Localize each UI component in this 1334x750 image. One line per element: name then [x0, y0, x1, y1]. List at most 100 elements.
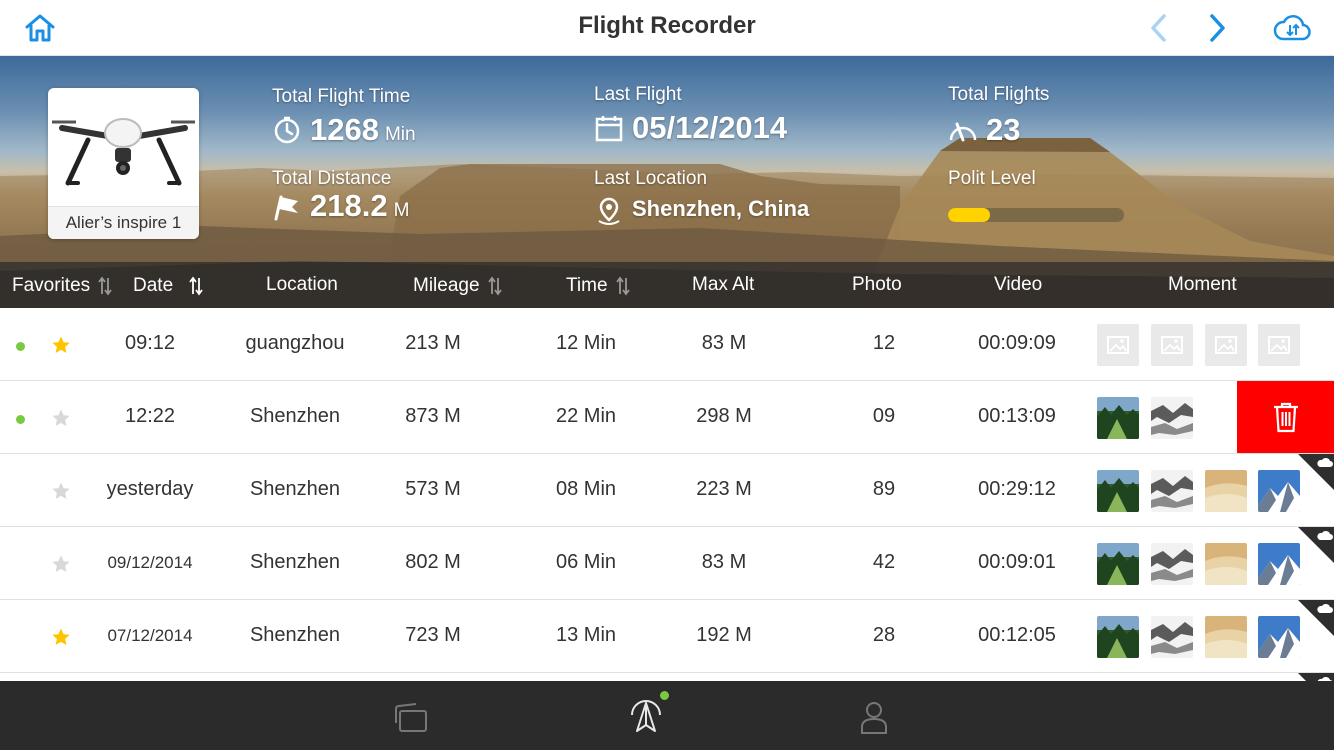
row-date: 09:12	[124, 332, 176, 354]
row-time: 22 Min	[555, 405, 617, 427]
aircraft-name: Alier’s inspire 1	[48, 206, 199, 239]
moment-thumbnail[interactable]	[1258, 470, 1300, 512]
delete-button[interactable]	[1237, 381, 1334, 453]
column-location: Location	[266, 274, 338, 295]
moment-thumbnail[interactable]	[1205, 470, 1247, 512]
column-video: Video	[994, 274, 1043, 295]
column-max-alt: Max Alt	[692, 274, 755, 295]
cloud-uploaded-icon	[1298, 600, 1334, 636]
moment-thumbnail[interactable]	[1151, 543, 1193, 585]
total-flight-time-value: 1268 Min	[272, 112, 416, 148]
column-photo: Photo	[852, 274, 902, 295]
sort-icon	[98, 276, 112, 296]
column-time[interactable]: Time	[566, 274, 632, 298]
tab-album[interactable]	[390, 695, 434, 739]
chevron-left-icon[interactable]	[1139, 8, 1179, 48]
favorite-star-icon[interactable]	[51, 627, 71, 647]
favorite-star-icon[interactable]	[51, 335, 71, 355]
chevron-right-icon[interactable]	[1197, 8, 1237, 48]
total-flight-time-unit: Min	[384, 124, 416, 145]
bottom-tab-bar	[0, 681, 1334, 750]
notification-dot	[660, 691, 669, 700]
row-date: yesterday	[106, 478, 194, 500]
album-icon	[395, 703, 427, 732]
moment-thumbnail[interactable]	[1258, 543, 1300, 585]
row-video-duration: 00:12:05	[978, 624, 1056, 646]
calendar-icon	[595, 116, 623, 142]
row-location: Shenzhen	[249, 405, 341, 427]
table-row[interactable]: yesterday Shenzhen 573 M 08 Min 223 M 89 00:29…	[0, 454, 1334, 527]
row-time: 13 Min	[555, 624, 617, 646]
user-icon	[861, 702, 887, 734]
moment-thumbnail[interactable]	[1097, 470, 1139, 512]
row-date: 07/12/2014	[107, 626, 193, 645]
moment-thumbnail[interactable]	[1151, 470, 1193, 512]
total-flights-number: 23	[986, 112, 1021, 147]
favorite-star-icon[interactable]	[51, 481, 71, 501]
row-photo-count: 42	[872, 551, 896, 573]
row-time: 08 Min	[555, 478, 617, 500]
row-date: 12:22	[124, 405, 176, 427]
tab-aircraft[interactable]	[624, 695, 668, 739]
last-location-label: Last Location	[594, 168, 708, 189]
moment-thumbnail[interactable]	[1151, 397, 1193, 439]
moment-thumbnail[interactable]	[1258, 616, 1300, 658]
moment-thumbnail[interactable]	[1097, 543, 1139, 585]
moment-thumbnail[interactable]	[1097, 397, 1139, 439]
cloud-uploaded-icon	[1298, 527, 1334, 563]
total-distance-number: 218.2	[310, 188, 388, 223]
row-location: Shenzhen	[249, 478, 341, 500]
sort-icon	[487, 276, 502, 296]
image-placeholder-icon[interactable]	[1151, 324, 1193, 366]
moment-thumbnail[interactable]	[1205, 543, 1247, 585]
row-max-alt: 223 M	[696, 478, 752, 500]
row-location: guangzhou	[245, 332, 345, 354]
column-time-label: Time	[566, 275, 608, 296]
row-location: Shenzhen	[249, 624, 341, 646]
image-placeholder-icon[interactable]	[1097, 324, 1139, 366]
aircraft-card[interactable]: Alier’s inspire 1	[48, 88, 199, 239]
column-date[interactable]: Date	[133, 274, 205, 298]
pilot-level-bar	[948, 208, 1124, 222]
last-location-value: Shenzhen, China	[594, 196, 809, 226]
total-flights-value: 23	[948, 112, 1020, 148]
column-date-label: Date	[133, 275, 174, 296]
row-photo-count: 09	[872, 405, 896, 427]
favorite-star-icon[interactable]	[51, 554, 71, 574]
row-time: 12 Min	[555, 332, 617, 354]
moment-thumbnail[interactable]	[1205, 616, 1247, 658]
table-row-partial	[0, 673, 1334, 681]
favorite-star-icon[interactable]	[51, 408, 71, 428]
drone-image	[52, 118, 195, 186]
row-max-alt: 83 M	[701, 551, 747, 573]
row-mileage: 802 M	[405, 551, 461, 573]
image-placeholder-icon[interactable]	[1205, 324, 1247, 366]
location-pin-icon	[598, 197, 620, 225]
table-row[interactable]: 12:22 Shenzhen 873 M 22 Min 298 M 09 00:13:09	[0, 381, 1334, 454]
gauge-icon	[949, 122, 977, 142]
cloud-sync-icon[interactable]	[1272, 8, 1312, 48]
row-time: 06 Min	[555, 551, 617, 573]
moment-thumbnail[interactable]	[1151, 616, 1193, 658]
sort-icon	[189, 276, 203, 296]
top-bar: Flight Recorder	[0, 0, 1334, 56]
column-mileage-label: Mileage	[413, 275, 480, 296]
column-favorites[interactable]: Favorites	[12, 274, 114, 298]
table-row[interactable]: 09:12 guangzhou 213 M 12 Min 83 M 12 00:09:09	[0, 308, 1334, 381]
table-row[interactable]: 07/12/2014 Shenzhen 723 M 13 Min 192 M 28 00:1…	[0, 600, 1334, 673]
row-video-duration: 00:09:01	[978, 551, 1056, 573]
moment-thumbnail[interactable]	[1097, 616, 1139, 658]
pilot-level-fill	[948, 208, 991, 222]
table-row[interactable]: 09/12/2014 Shenzhen 802 M 06 Min 83 M 42 00:09…	[0, 527, 1334, 600]
tab-user[interactable]	[852, 695, 896, 739]
image-placeholder-icon[interactable]	[1258, 324, 1300, 366]
total-flights-label: Total Flights	[948, 84, 1050, 105]
sort-icon	[615, 276, 630, 296]
cloud-uploaded-icon	[1298, 673, 1334, 681]
last-flight-value: 05/12/2014	[594, 110, 787, 146]
row-mileage: 573 M	[405, 478, 461, 500]
row-max-alt: 298 M	[696, 405, 752, 427]
column-mileage[interactable]: Mileage	[413, 274, 504, 298]
row-max-alt: 192 M	[696, 624, 752, 646]
row-max-alt: 83 M	[701, 332, 747, 354]
